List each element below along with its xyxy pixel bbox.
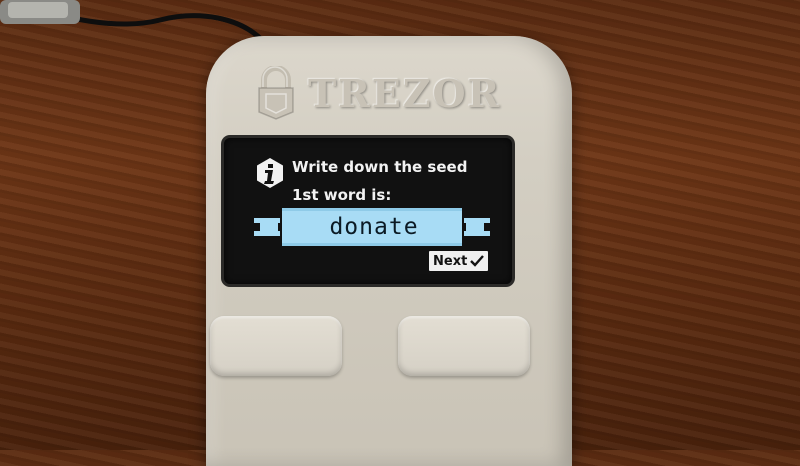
info-icon [257, 158, 283, 188]
right-hardware-button[interactable] [398, 316, 530, 376]
seed-word: donate [329, 214, 419, 240]
next-label: Next [433, 253, 468, 269]
device-screen: Write down the seed 1st word is: donate … [224, 138, 512, 284]
brand-logo-area: TREZOR [256, 58, 506, 128]
photo-scene: TREZOR Write down the seed 1st word is: … [0, 0, 800, 466]
check-icon [470, 255, 485, 267]
screen-title: Write down the seed [292, 158, 468, 176]
brand-name: TREZOR [308, 70, 502, 116]
lock-icon [258, 66, 294, 120]
left-hardware-button[interactable] [210, 316, 342, 376]
screen-subtitle: 1st word is: [292, 186, 392, 204]
next-button[interactable]: Next [429, 251, 489, 271]
